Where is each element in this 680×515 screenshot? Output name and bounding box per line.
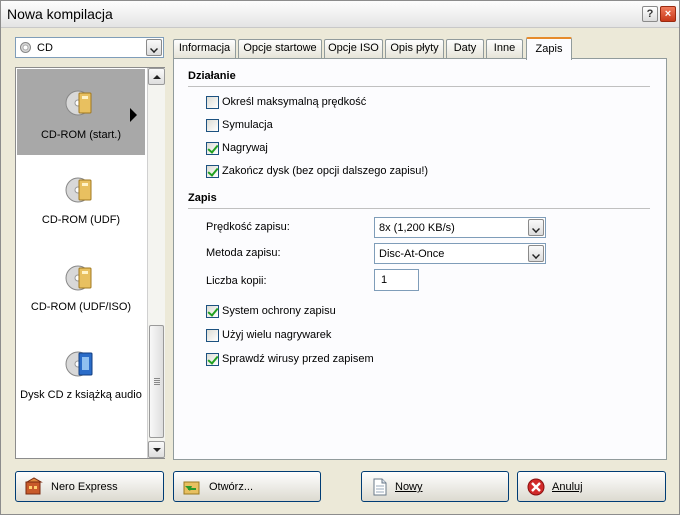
tab-zapis[interactable]: Zapis xyxy=(526,37,572,60)
write-method-select[interactable]: Disc-At-Once xyxy=(374,243,546,264)
list-item-label: CD-ROM (start.) xyxy=(40,129,122,141)
chevron-down-icon[interactable] xyxy=(146,39,162,56)
nero-express-icon xyxy=(25,477,43,495)
checkbox-label: System ochrony zapisu xyxy=(222,305,336,317)
section-heading-dzialanie: Działanie xyxy=(188,70,236,82)
scroll-up-icon[interactable] xyxy=(148,68,165,85)
open-label: Otwórz... xyxy=(209,481,254,493)
checkbox-label: Sprawdź wirusy przed zapisem xyxy=(222,353,374,365)
chevron-down-icon[interactable] xyxy=(528,245,544,262)
cd-rom-udf-icon xyxy=(65,177,92,203)
scroll-thumb[interactable] xyxy=(149,325,164,438)
cd-rom-boot-icon xyxy=(65,90,92,116)
write-speed-label: Prędkość zapisu: xyxy=(206,221,290,233)
tab-opcje-startowe[interactable]: Opcje startowe xyxy=(238,39,322,58)
disc-type-select[interactable]: CD xyxy=(15,37,164,58)
write-method-label: Metoda zapisu: xyxy=(206,247,281,259)
checkbox-box[interactable] xyxy=(206,353,219,366)
new-label: Nowy xyxy=(395,481,423,493)
chevron-down-icon[interactable] xyxy=(528,219,544,236)
tab-opis-plyty[interactable]: Opis płyty xyxy=(385,39,444,58)
grip-line xyxy=(154,382,160,383)
dialog-window: Nowa kompilacja ? × CD CD-ROM (start.) C… xyxy=(0,0,680,515)
copies-input[interactable]: 1 xyxy=(374,269,419,291)
checkbox-label: Nagrywaj xyxy=(222,142,268,154)
tab-inne[interactable]: Inne xyxy=(486,39,523,58)
checkbox-label: Symulacja xyxy=(222,119,273,131)
grip-line xyxy=(154,384,160,385)
checkbox-box[interactable] xyxy=(206,329,219,342)
write-speed-select[interactable]: 8x (1,200 KB/s) xyxy=(374,217,546,238)
checkbox-label: Zakończ dysk (bez opcji dalszego zapisu!… xyxy=(222,165,429,177)
list-item-label: CD-ROM (UDF/ISO) xyxy=(30,301,132,313)
close-button[interactable]: × xyxy=(660,6,676,22)
open-folder-icon xyxy=(183,481,200,495)
grip-line xyxy=(154,378,160,379)
audio-book-cd-icon xyxy=(65,351,93,377)
checkbox-box[interactable] xyxy=(206,96,219,109)
title-bar[interactable]: Nowa kompilacja ? × xyxy=(1,1,679,28)
list-scrollbar[interactable] xyxy=(147,68,165,458)
checkbox-box[interactable] xyxy=(206,142,219,155)
disc-icon xyxy=(20,42,31,53)
tab-opcje-iso[interactable]: Opcje ISO xyxy=(324,39,383,58)
scroll-down-icon[interactable] xyxy=(148,441,165,458)
write-speed-value: 8x (1,200 KB/s) xyxy=(379,222,455,234)
cd-rom-udf-iso-icon xyxy=(65,265,92,291)
copies-label: Liczba kopii: xyxy=(206,275,267,287)
list-item-cd-rom-udf[interactable]: CD-ROM (UDF) xyxy=(17,164,145,244)
cancel-label: Anuluj xyxy=(552,481,583,493)
open-button[interactable]: Otwórz... xyxy=(173,471,321,502)
list-item-audio-book-cd[interactable]: Dysk CD z książką audio xyxy=(17,340,145,420)
checkbox-box[interactable] xyxy=(206,165,219,178)
copies-value: 1 xyxy=(381,274,388,286)
tab-informacja[interactable]: Informacja xyxy=(173,39,236,58)
divider xyxy=(188,208,650,209)
checkbox-box[interactable] xyxy=(206,119,219,132)
new-button[interactable]: Nowy xyxy=(361,471,509,502)
tab-panel-zapis: Działanie Określ maksymalną prędkość Sym… xyxy=(173,58,667,460)
disc-type-value: CD xyxy=(37,42,53,54)
nero-express-button[interactable]: Nero Express xyxy=(15,471,164,502)
list-item-cd-rom-udf-iso[interactable]: CD-ROM (UDF/ISO) xyxy=(17,252,145,332)
checkbox-box[interactable] xyxy=(206,305,219,318)
write-method-value: Disc-At-Once xyxy=(379,248,445,260)
new-document-icon xyxy=(373,478,387,496)
cancel-button[interactable]: Anuluj xyxy=(517,471,666,502)
list-item-cd-rom-boot[interactable]: CD-ROM (start.) xyxy=(17,69,145,155)
cancel-icon xyxy=(527,478,545,496)
checkbox-label: Określ maksymalną prędkość xyxy=(222,96,367,108)
list-item-label: CD-ROM (UDF) xyxy=(41,214,121,226)
list-item-label: Dysk CD z książką audio xyxy=(20,389,142,401)
nero-express-label: Nero Express xyxy=(51,481,118,493)
section-heading-zapis: Zapis xyxy=(188,192,217,204)
tab-daty[interactable]: Daty xyxy=(446,39,484,58)
compilation-type-list[interactable]: CD-ROM (start.) CD-ROM (UDF) CD-ROM (UDF… xyxy=(15,67,165,459)
divider xyxy=(188,86,650,87)
checkbox-label: Użyj wielu nagrywarek xyxy=(222,329,332,341)
grip-line xyxy=(154,380,160,381)
window-title: Nowa kompilacja xyxy=(7,6,113,22)
selection-arrow-icon xyxy=(130,108,137,122)
help-button[interactable]: ? xyxy=(642,6,658,22)
